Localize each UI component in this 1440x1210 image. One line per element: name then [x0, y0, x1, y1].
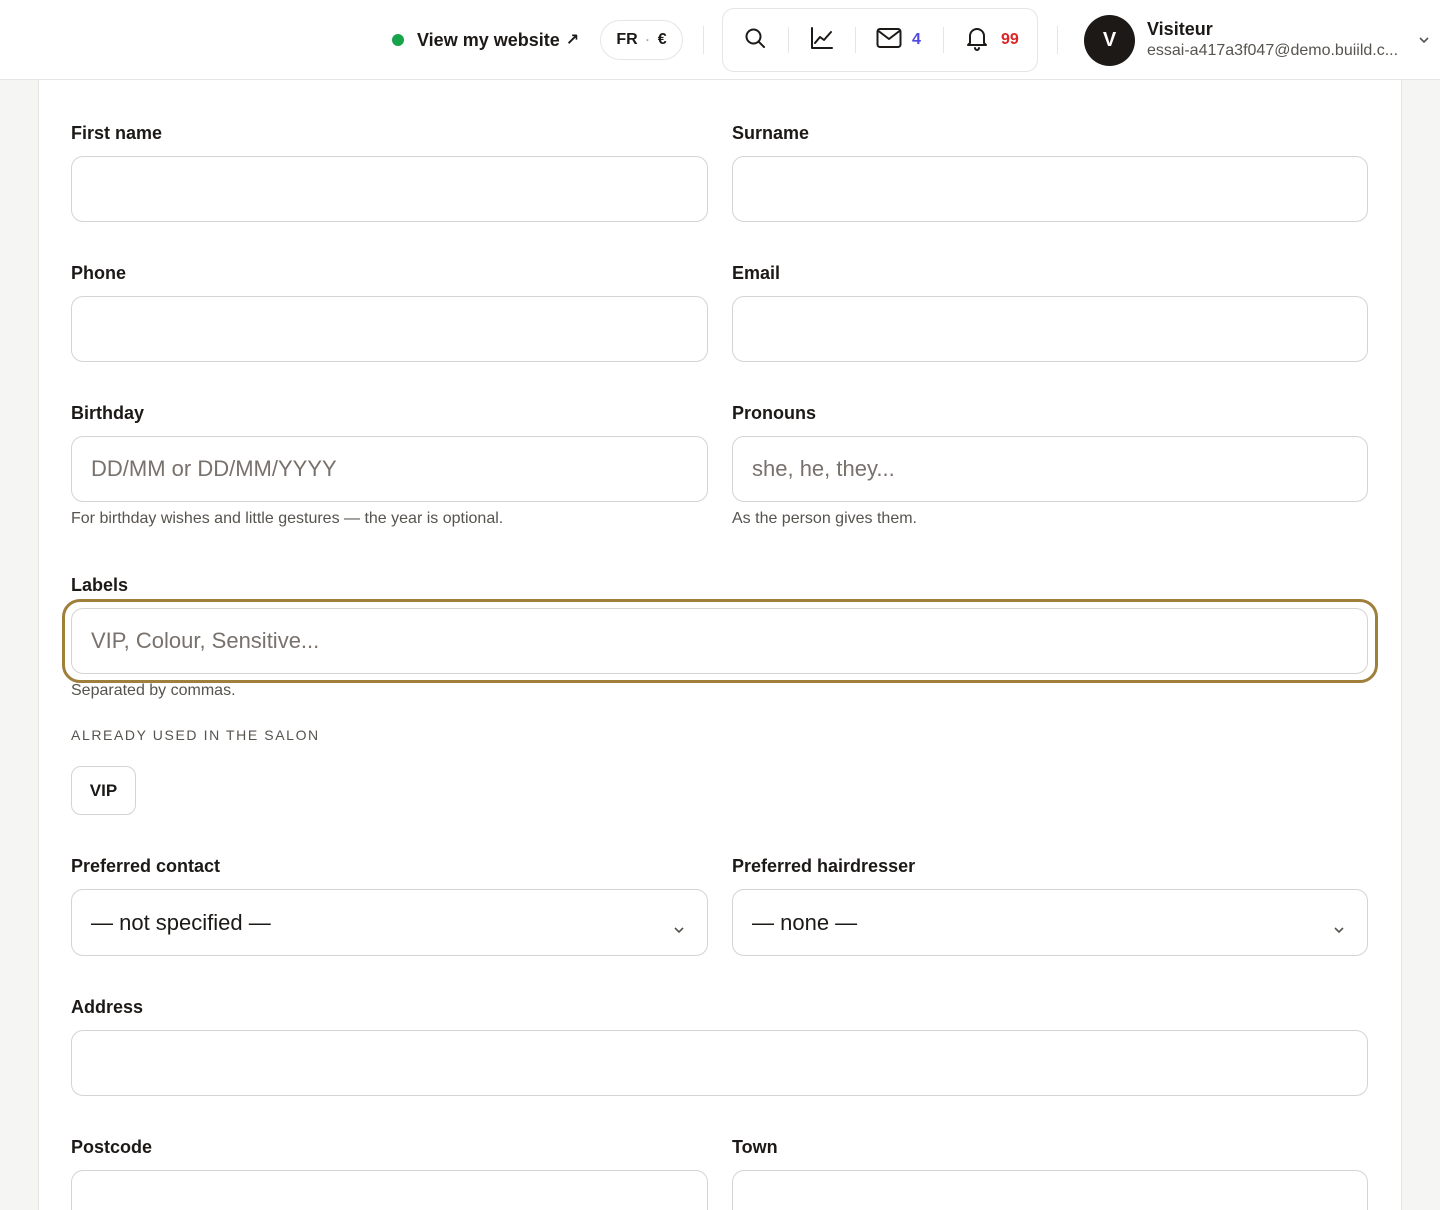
external-link-icon: ↗ [565, 32, 580, 49]
email-label: Email [732, 263, 781, 283]
first-name-input[interactable] [71, 156, 708, 222]
user-name[interactable]: Visiteur [1147, 19, 1213, 40]
town-input[interactable] [732, 1170, 1368, 1210]
labels-input[interactable] [71, 608, 1368, 674]
labels-hint: Separated by commas. [71, 682, 236, 699]
online-status-dot [392, 34, 404, 46]
town-label: Town [732, 1137, 778, 1157]
phone-label: Phone [71, 263, 127, 283]
divider [703, 26, 704, 54]
preferred-hairdresser-select[interactable]: — none — [732, 889, 1368, 956]
birthday-input[interactable] [71, 436, 708, 502]
preferred-contact-select[interactable]: — not specified — [71, 889, 708, 956]
search-icon [743, 26, 767, 55]
language-code: FR [616, 31, 638, 48]
postcode-input[interactable] [71, 1170, 708, 1210]
pronouns-hint: As the person gives them. [732, 510, 917, 527]
preferred-contact-value: — not specified — [91, 909, 271, 935]
email-input[interactable] [732, 296, 1368, 362]
surname-label: Surname [732, 123, 810, 143]
postcode-label: Postcode [71, 1137, 153, 1157]
top-bar: View my website ↗ FR · € 4 99 V Visiteur… [0, 0, 1440, 80]
preferred-hairdresser-value: — none — [752, 909, 858, 935]
toolbar-group: 4 99 [722, 8, 1038, 72]
phone-input[interactable] [71, 296, 708, 362]
preferred-hairdresser-label: Preferred hairdresser [732, 856, 916, 876]
chevron-down-icon [673, 916, 685, 942]
statistics-button[interactable] [810, 9, 834, 71]
label-chip-vip[interactable]: VIP [71, 766, 136, 815]
preferred-contact-label: Preferred contact [71, 856, 221, 876]
avatar[interactable]: V [1084, 15, 1135, 66]
search-button[interactable] [743, 9, 767, 71]
surname-input[interactable] [732, 156, 1368, 222]
pronouns-label: Pronouns [732, 403, 816, 423]
currency-symbol: € [657, 31, 667, 48]
chevron-down-icon [1333, 916, 1345, 942]
birthday-hint: For birthday wishes and little gestures … [71, 510, 504, 527]
divider [855, 27, 856, 53]
address-input[interactable] [71, 1030, 1368, 1096]
bell-icon [965, 25, 989, 56]
user-menu-toggle[interactable] [1418, 33, 1430, 51]
first-name-label: First name [71, 123, 163, 143]
birthday-label: Birthday [71, 403, 145, 423]
labels-label: Labels [71, 575, 129, 595]
mail-icon [876, 27, 902, 54]
user-email: essai-a417a3f047@demo.buiild.c... [1147, 42, 1399, 59]
pronouns-input[interactable] [732, 436, 1368, 502]
chevron-down-icon [1418, 33, 1430, 50]
used-labels-caption: Already used in the salon [71, 727, 320, 743]
messages-count-badge: 4 [912, 31, 921, 48]
divider [943, 27, 944, 53]
view-website-label: View my website [417, 29, 560, 50]
locale-separator: · [645, 33, 650, 47]
view-website-link[interactable]: View my website ↗ [392, 27, 579, 53]
address-label: Address [71, 997, 144, 1017]
chart-icon [810, 26, 834, 55]
locale-currency-switcher[interactable]: FR · € [600, 20, 683, 60]
messages-button[interactable]: 4 [876, 9, 921, 71]
divider [788, 27, 789, 53]
notifications-count-badge: 99 [1001, 31, 1019, 48]
notifications-button[interactable]: 99 [965, 9, 1019, 71]
divider [1057, 26, 1058, 54]
